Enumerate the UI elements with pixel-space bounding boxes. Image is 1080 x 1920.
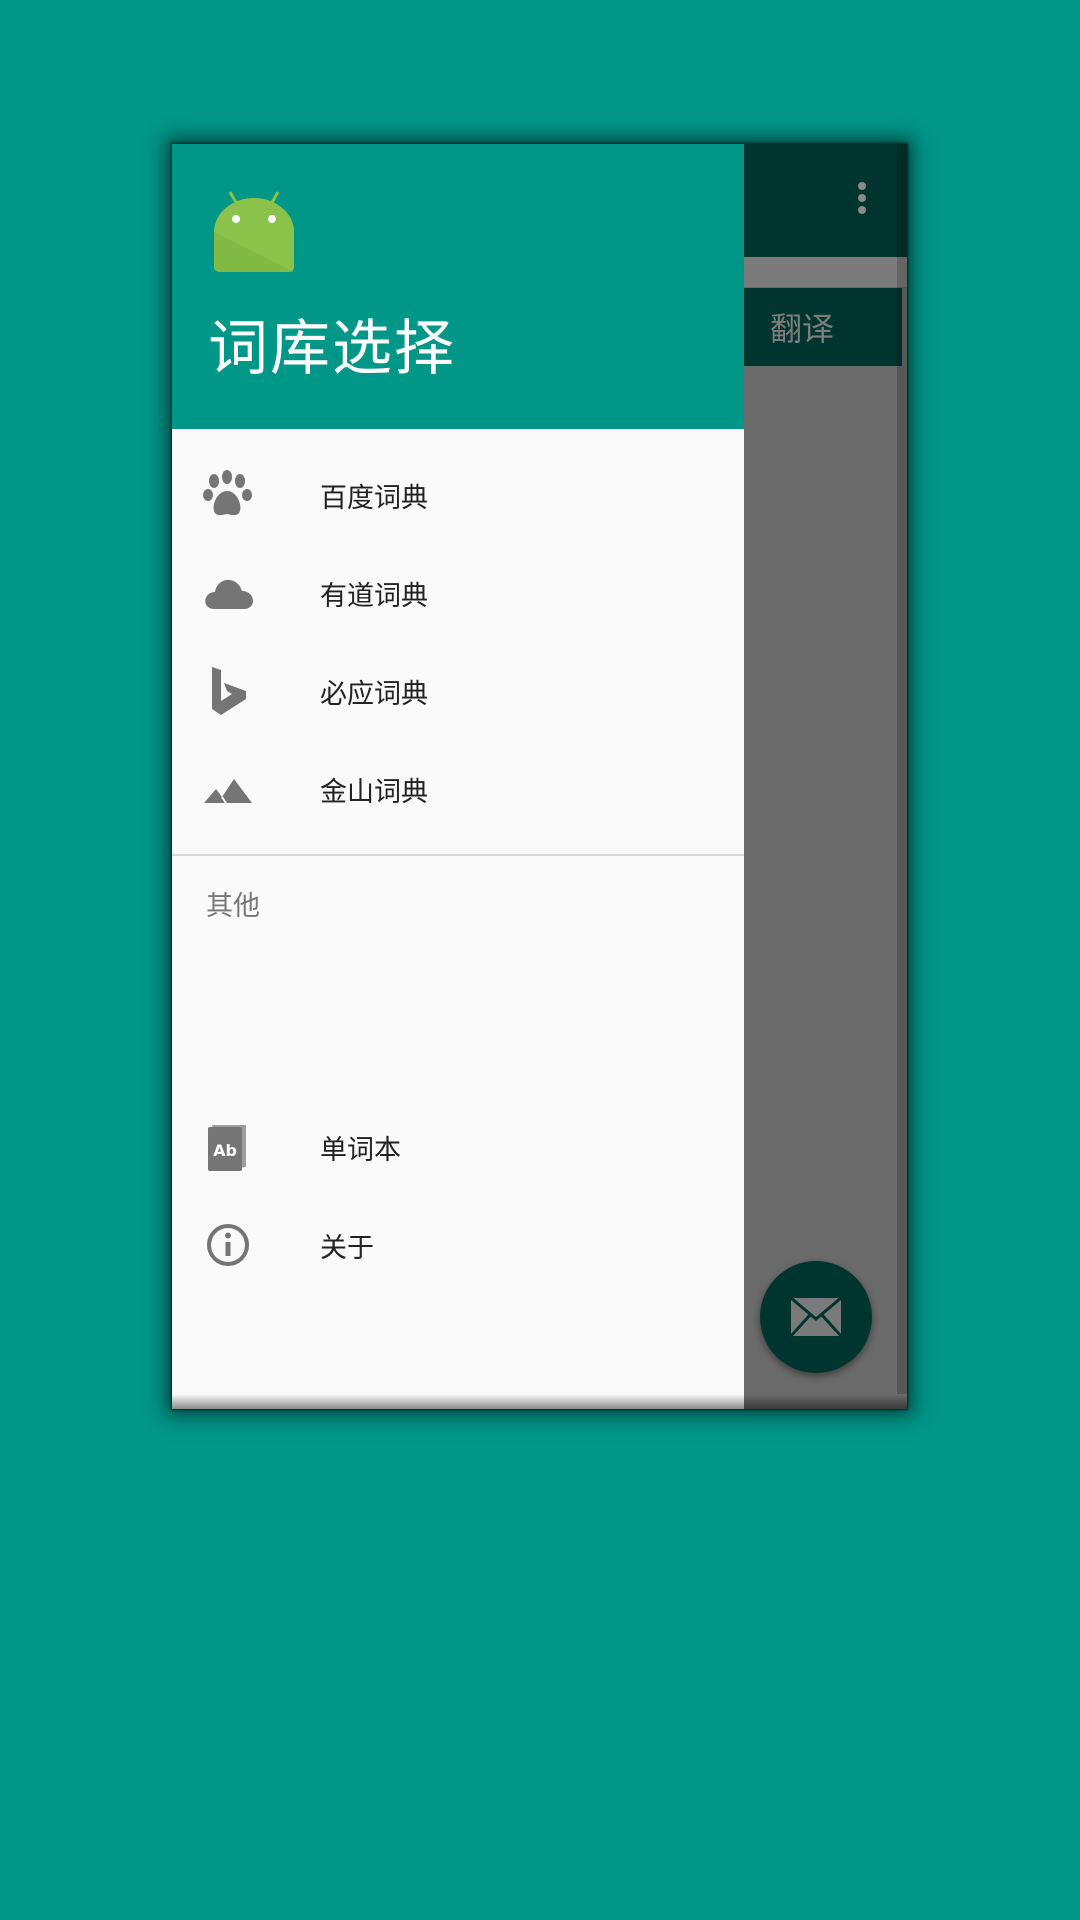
drawer-bottom-shadow — [172, 1394, 744, 1409]
menu-item-bing[interactable]: 必应词典 — [172, 642, 744, 740]
navigation-drawer: 词库选择 百度词典 有道词典 必应词典 金山词典 其他 Ab 单词本 关于 — [172, 144, 744, 1409]
menu-item-label: 关于 — [320, 1232, 374, 1264]
divider — [172, 854, 744, 856]
menu-item-vocabulary-book[interactable]: Ab 单词本 — [172, 1098, 744, 1196]
menu-item-label: 金山词典 — [320, 776, 428, 808]
mail-fab[interactable] — [760, 1261, 872, 1373]
landscape-icon — [202, 763, 254, 815]
vocabulary-book-icon: Ab — [202, 1121, 254, 1173]
menu-item-label: 必应词典 — [320, 678, 428, 710]
menu-item-youdao[interactable]: 有道词典 — [172, 544, 744, 642]
android-logo-icon — [214, 191, 294, 272]
mail-icon — [790, 1297, 842, 1337]
edge-shadow — [897, 144, 907, 1409]
menu-item-label: 百度词典 — [320, 482, 428, 514]
drawer-title: 词库选择 — [208, 314, 456, 384]
bing-icon — [202, 665, 254, 717]
menu-item-baidu[interactable]: 百度词典 — [172, 446, 744, 544]
svg-text:Ab: Ab — [213, 1141, 237, 1160]
phone-screen: 翻译 词库选择 百度词典 有道词典 必应词典 金山词典 其他 Ab 单词本 关于 — [172, 144, 907, 1409]
menu-item-label: 有道词典 — [320, 580, 428, 612]
info-icon — [202, 1219, 254, 1271]
cloud-icon — [202, 567, 254, 619]
menu-item-label: 单词本 — [320, 1134, 401, 1166]
menu-item-about[interactable]: 关于 — [172, 1196, 744, 1294]
more-vert-icon[interactable] — [852, 182, 872, 222]
menu-item-jinshan[interactable]: 金山词典 — [172, 740, 744, 838]
paw-icon — [202, 469, 254, 521]
section-header-other: 其他 — [206, 891, 260, 922]
drawer-header: 词库选择 — [172, 144, 744, 429]
